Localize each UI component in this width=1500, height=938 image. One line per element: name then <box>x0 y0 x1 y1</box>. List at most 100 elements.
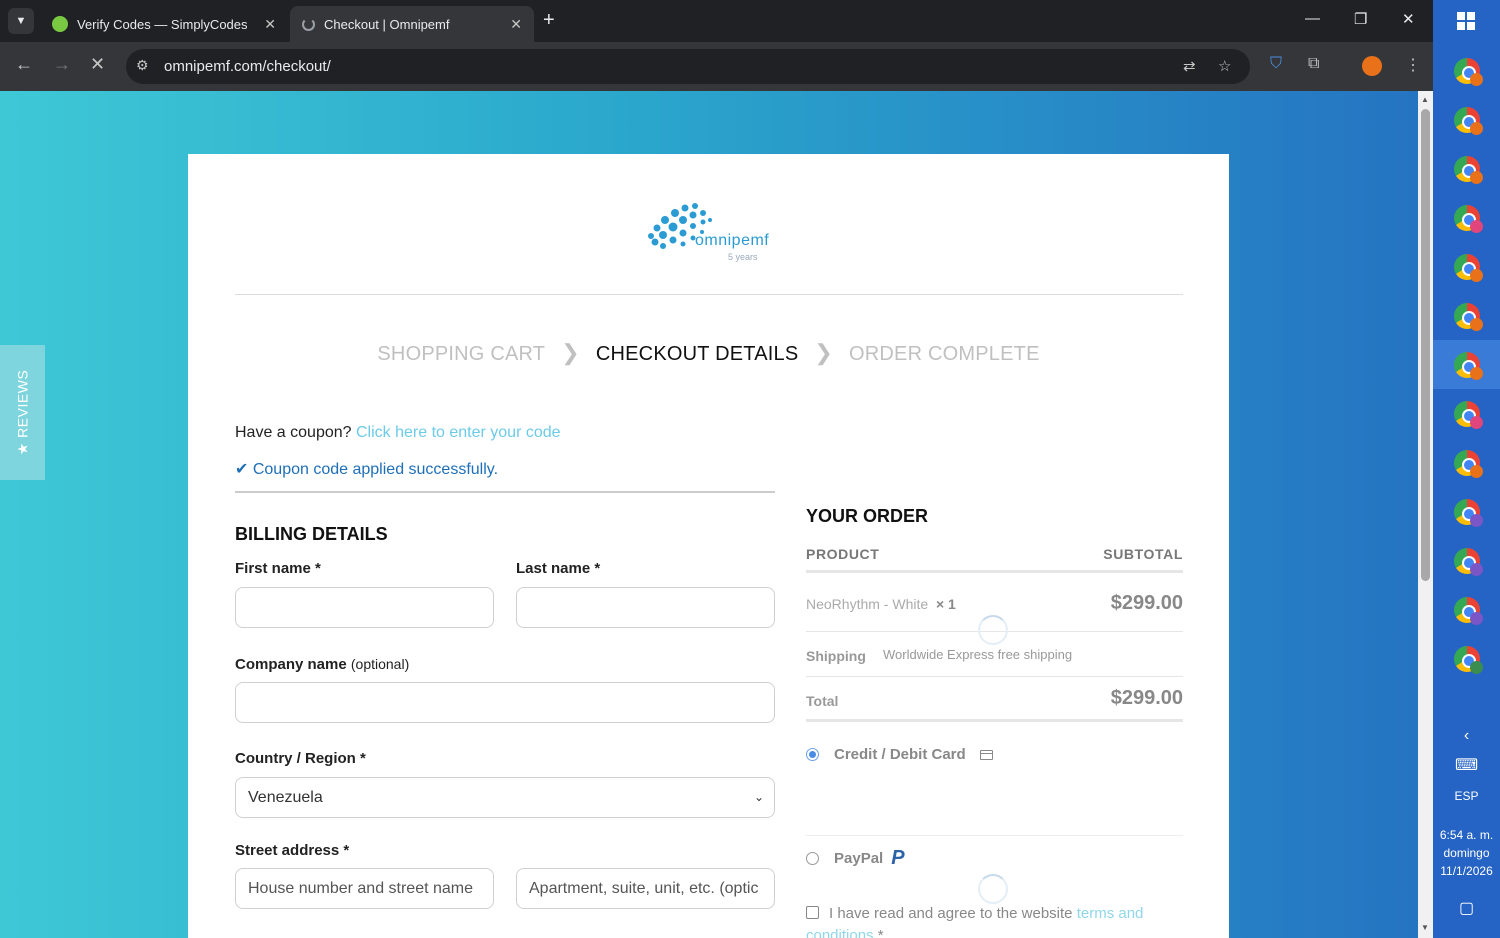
translate-icon[interactable]: ⇄ <box>1183 57 1196 75</box>
paypal-logo-icon: P <box>891 847 905 869</box>
clock-time[interactable]: 6:54 a. m. <box>1433 828 1500 842</box>
profile-badge-icon <box>1470 220 1483 233</box>
step-order-complete: ORDER COMPLETE <box>849 343 1040 365</box>
restore-button[interactable]: ❐ <box>1354 10 1367 28</box>
tab-title: Checkout | Omnipemf <box>324 16 450 32</box>
shipping-label: Shipping <box>806 648 866 664</box>
checkout-card: omnipemf 5 years SHOPPING CART ❯ CHECKOUT … <box>188 154 1229 938</box>
close-window-button[interactable]: ✕ <box>1402 10 1415 28</box>
notifications-icon[interactable]: ▢ <box>1433 898 1500 918</box>
loading-spinner-icon <box>978 874 1008 904</box>
taskbar-chrome-window[interactable] <box>1433 340 1500 389</box>
company-name-label: Company name (optional) <box>235 656 409 673</box>
terms-required-marker: * <box>877 927 884 938</box>
taskbar-chrome-window[interactable] <box>1433 95 1500 144</box>
coupon-question: Have a coupon? <box>235 424 352 441</box>
terms-checkbox[interactable] <box>806 906 819 919</box>
language-indicator[interactable]: ESP <box>1433 789 1500 803</box>
omnipemf-logo[interactable]: omnipemf 5 years <box>643 198 773 268</box>
coupon-divider <box>235 491 775 493</box>
subtotal-column-header: SUBTOTAL <box>1103 546 1183 562</box>
logo-tagline: 5 years <box>728 252 758 262</box>
browser-toolbar: ← → ✕ ⚙ omnipemf.com/checkout/ ⇄ ☆ ⛉ ⧉ ⋮ <box>0 42 1433 91</box>
shipping-method: Worldwide Express free shipping <box>883 647 1073 662</box>
site-info-icon[interactable]: ⚙ <box>136 57 149 74</box>
street-address-field[interactable]: House number and street name <box>235 868 494 909</box>
extensions-puzzle-icon[interactable]: ⧉ <box>1308 55 1319 73</box>
apartment-field[interactable]: Apartment, suite, unit, etc. (optic <box>516 868 775 909</box>
step-shopping-cart[interactable]: SHOPPING CART <box>377 343 545 365</box>
taskbar-chrome-window[interactable] <box>1433 438 1500 487</box>
taskbar-chrome-window[interactable] <box>1433 291 1500 340</box>
coupon-prompt: Have a coupon? Click here to enter your … <box>235 424 561 442</box>
chevron-left-icon[interactable]: ‹ <box>1433 727 1500 745</box>
profile-badge-icon <box>1470 563 1483 576</box>
scroll-down-icon[interactable]: ▼ <box>1421 923 1429 932</box>
credit-card-icon <box>979 749 993 760</box>
taskbar-chrome-window[interactable] <box>1433 487 1500 536</box>
page-scrollbar[interactable]: ▲ ▼ <box>1418 91 1433 938</box>
last-name-field[interactable] <box>516 587 775 628</box>
keyboard-icon[interactable]: ⌨ <box>1433 755 1500 775</box>
tab-search-button[interactable]: ▼ <box>8 8 34 34</box>
new-tab-button[interactable]: + <box>543 9 555 32</box>
clock-date[interactable]: 11/1/2026 <box>1433 864 1500 878</box>
minimize-button[interactable]: — <box>1305 10 1320 27</box>
shield-extension-icon[interactable]: ⛉ <box>1270 55 1282 73</box>
taskbar-chrome-window[interactable] <box>1433 536 1500 585</box>
profile-badge-icon <box>1470 416 1483 429</box>
profile-badge-icon <box>1470 269 1483 282</box>
taskbar-chrome-window[interactable] <box>1433 193 1500 242</box>
company-label-text: Company name <box>235 656 347 673</box>
address-bar[interactable]: ⚙ omnipemf.com/checkout/ ⇄ ☆ <box>126 49 1250 84</box>
profile-badge-icon <box>1470 122 1483 135</box>
total-row: Total $299.00 <box>806 677 1183 722</box>
payment-option-card[interactable]: Credit / Debit Card <box>806 746 993 763</box>
url-text[interactable]: omnipemf.com/checkout/ <box>164 58 331 75</box>
taskbar-chrome-window[interactable] <box>1433 144 1500 193</box>
clock-day[interactable]: domingo <box>1433 846 1500 860</box>
reviews-label: ★ REVIEWS <box>14 369 31 456</box>
profile-avatar[interactable] <box>1362 56 1382 76</box>
terms-agreement: I have read and agree to the website ter… <box>806 903 1176 938</box>
company-name-field[interactable] <box>235 682 775 723</box>
header-divider <box>235 294 1183 295</box>
card-label: Credit / Debit Card <box>834 746 966 763</box>
shipping-row: Shipping Worldwide Express free shipping <box>806 632 1183 677</box>
taskbar-chrome-window[interactable] <box>1433 46 1500 95</box>
country-select[interactable]: Venezuela ⌄ <box>235 777 775 818</box>
first-name-field[interactable] <box>235 587 494 628</box>
windows-start-icon[interactable] <box>1457 12 1475 30</box>
taskbar-chrome-window[interactable] <box>1433 634 1500 683</box>
tab-bar: ▼ Verify Codes — SimplyCodes ✕ Checkout … <box>0 0 1433 42</box>
close-tab-icon[interactable]: ✕ <box>264 16 276 33</box>
forward-arrow-icon[interactable]: → <box>53 54 71 75</box>
optional-text: (optional) <box>350 656 410 672</box>
taskbar-chrome-window[interactable] <box>1433 242 1500 291</box>
billing-heading: BILLING DETAILS <box>235 524 388 544</box>
street-address-label: Street address * <box>235 842 350 859</box>
more-menu-icon[interactable]: ⋮ <box>1405 55 1421 75</box>
profile-badge-icon <box>1470 318 1483 331</box>
bookmark-star-icon[interactable]: ☆ <box>1218 57 1231 75</box>
payment-option-paypal[interactable]: PayPal P <box>806 847 905 870</box>
scroll-up-icon[interactable]: ▲ <box>1421 95 1429 104</box>
reviews-side-tab[interactable]: ★ REVIEWS <box>0 345 45 480</box>
enter-coupon-link[interactable]: Click here to enter your code <box>356 424 561 441</box>
scrollbar-thumb[interactable] <box>1421 109 1430 581</box>
close-tab-icon[interactable]: ✕ <box>510 16 522 33</box>
stop-loading-icon[interactable]: ✕ <box>90 54 105 75</box>
loading-favicon-icon <box>302 17 315 31</box>
product-column-header: PRODUCT <box>806 546 880 562</box>
back-arrow-icon[interactable]: ← <box>15 54 33 75</box>
tab-checkout[interactable]: Checkout | Omnipemf ✕ <box>290 6 534 42</box>
tab-verify-codes[interactable]: Verify Codes — SimplyCodes ✕ <box>40 6 288 42</box>
chevron-right-icon: ❯ <box>561 340 580 365</box>
paypal-radio[interactable] <box>806 852 819 865</box>
taskbar-chrome-window[interactable] <box>1433 585 1500 634</box>
step-checkout-details[interactable]: CHECKOUT DETAILS <box>596 343 799 365</box>
card-radio[interactable] <box>806 748 819 761</box>
profile-badge-icon <box>1470 514 1483 527</box>
product-title: NeoRhythm - White <box>806 596 929 612</box>
taskbar-chrome-window[interactable] <box>1433 389 1500 438</box>
